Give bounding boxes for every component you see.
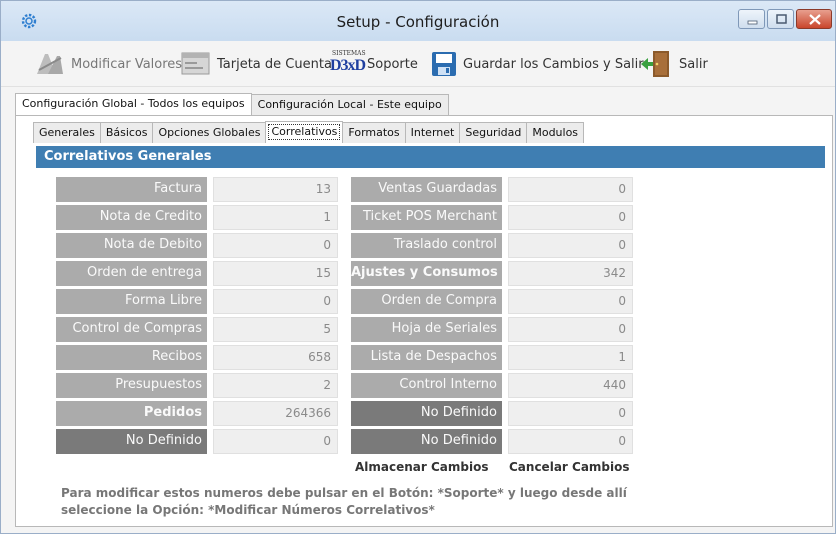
salir-label: Salir xyxy=(679,56,708,72)
value-orden-de-compra[interactable]: 0 xyxy=(508,289,633,314)
setup-window: Setup - Configuración Modificar Valores xyxy=(0,0,836,534)
value-no-definido-left[interactable]: 0 xyxy=(213,429,338,454)
value-no-definido-right-1[interactable]: 0 xyxy=(508,401,633,426)
maximize-button[interactable] xyxy=(767,9,794,29)
label-ventas-guardadas: Ventas Guardadas xyxy=(351,177,502,202)
value-control-de-compras[interactable]: 5 xyxy=(213,317,338,342)
value-nota-de-debito[interactable]: 0 xyxy=(213,233,338,258)
soporte-label: Soporte xyxy=(367,56,418,72)
value-control-interno[interactable]: 440 xyxy=(508,373,633,398)
value-nota-de-credito[interactable]: 1 xyxy=(213,205,338,230)
tab-formatos[interactable]: Formatos xyxy=(342,122,406,143)
label-no-definido-right-2: No Definido xyxy=(351,429,502,454)
label-orden-de-entrega: Orden de entrega xyxy=(56,261,207,286)
label-nota-de-credito: Nota de Credito xyxy=(56,205,207,230)
value-ajustes-y-consumos[interactable]: 342 xyxy=(508,261,633,286)
modify-values-icon xyxy=(37,54,63,74)
outer-tab-strip: Configuración Global - Todos los equipos… xyxy=(15,93,449,117)
soporte-button[interactable]: SISTEMAS D3xD Soporte xyxy=(329,50,418,78)
account-card-icon xyxy=(181,52,210,75)
guardar-cambios-button[interactable]: Guardar los Cambios y Salir xyxy=(431,50,644,78)
window-title: Setup - Configuración xyxy=(336,13,500,31)
inner-tab-strip: Generales Básicos Opciones Globales Corr… xyxy=(33,121,585,143)
label-control-de-compras: Control de Compras xyxy=(56,317,207,342)
instruction-note-line-2: seleccione la Opción: *Modificar Números… xyxy=(61,503,435,517)
tarjeta-de-cuenta-label: Tarjeta de Cuenta xyxy=(217,56,332,72)
minimize-button[interactable] xyxy=(738,9,765,29)
tab-generales[interactable]: Generales xyxy=(33,122,101,143)
section-title: Correlativos Generales xyxy=(36,146,825,168)
label-orden-de-compra: Orden de Compra xyxy=(351,289,502,314)
tab-basicos[interactable]: Básicos xyxy=(99,122,154,143)
minimize-icon xyxy=(747,20,758,25)
tab-configuracion-local[interactable]: Configuración Local - Este equipo xyxy=(250,94,449,116)
tab-internet[interactable]: Internet xyxy=(404,122,461,143)
exit-door-icon xyxy=(641,51,669,77)
value-hoja-de-seriales[interactable]: 0 xyxy=(508,317,633,342)
modificar-valores-label: Modificar Valores xyxy=(71,56,183,72)
floppy-disk-icon xyxy=(432,52,456,76)
salir-button[interactable]: Salir xyxy=(639,50,708,78)
tab-opciones-globales[interactable]: Opciones Globales xyxy=(152,122,267,143)
label-lista-de-despachos: Lista de Despachos xyxy=(351,345,502,370)
close-icon xyxy=(809,14,821,25)
value-ventas-guardadas[interactable]: 0 xyxy=(508,177,633,202)
d3xd-logo-text: D3xD xyxy=(330,57,366,74)
label-recibos: Recibos xyxy=(56,345,207,370)
label-ajustes-y-consumos: Ajustes y Consumos xyxy=(351,261,502,286)
almacenar-cambios-button[interactable]: Almacenar Cambios xyxy=(355,460,489,474)
instruction-note: Para modificar estos numeros debe pulsar… xyxy=(61,485,681,519)
cancelar-cambios-button[interactable]: Cancelar Cambios xyxy=(509,460,630,474)
tab-configuracion-global[interactable]: Configuración Global - Todos los equipos xyxy=(15,93,252,117)
value-forma-libre[interactable]: 0 xyxy=(213,289,338,314)
label-ticket-pos-merchant: Ticket POS Merchant xyxy=(351,205,502,230)
maximize-icon xyxy=(776,14,787,24)
label-no-definido-right-1: No Definido xyxy=(351,401,502,426)
label-forma-libre: Forma Libre xyxy=(56,289,207,314)
value-no-definido-right-2[interactable]: 0 xyxy=(508,429,633,454)
tab-seguridad[interactable]: Seguridad xyxy=(459,122,528,143)
value-factura[interactable]: 13 xyxy=(213,177,338,202)
label-hoja-de-seriales: Hoja de Seriales xyxy=(351,317,502,342)
tarjeta-de-cuenta-button[interactable]: Tarjeta de Cuenta xyxy=(181,50,332,78)
value-recibos[interactable]: 658 xyxy=(213,345,338,370)
modificar-valores-button[interactable]: Modificar Valores xyxy=(35,50,182,78)
guardar-cambios-label: Guardar los Cambios y Salir xyxy=(463,56,644,72)
label-no-definido-left: No Definido xyxy=(56,429,207,454)
tab-modulos[interactable]: Modulos xyxy=(526,122,585,143)
value-traslado-control[interactable]: 0 xyxy=(508,233,633,258)
value-ticket-pos-merchant[interactable]: 0 xyxy=(508,205,633,230)
value-lista-de-despachos[interactable]: 1 xyxy=(508,345,633,370)
label-presupuestos: Presupuestos xyxy=(56,373,207,398)
value-pedidos[interactable]: 264366 xyxy=(213,401,338,426)
title-bar[interactable]: Setup - Configuración xyxy=(1,1,835,41)
instruction-note-line-1: Para modificar estos numeros debe pulsar… xyxy=(61,486,627,500)
d3xd-logo-top: SISTEMAS xyxy=(332,50,366,57)
close-button[interactable] xyxy=(796,9,832,29)
d3xd-logo: SISTEMAS D3xD xyxy=(329,50,366,78)
label-nota-de-debito: Nota de Debito xyxy=(56,233,207,258)
value-presupuestos[interactable]: 2 xyxy=(213,373,338,398)
tab-correlativos[interactable]: Correlativos xyxy=(265,121,344,143)
label-factura: Factura xyxy=(56,177,207,202)
toolbar: Modificar Valores Tarjeta de Cuenta SIST… xyxy=(1,41,835,87)
label-traslado-control: Traslado control xyxy=(351,233,502,258)
label-pedidos: Pedidos xyxy=(56,401,207,426)
label-control-interno: Control Interno xyxy=(351,373,502,398)
value-orden-de-entrega[interactable]: 15 xyxy=(213,261,338,286)
